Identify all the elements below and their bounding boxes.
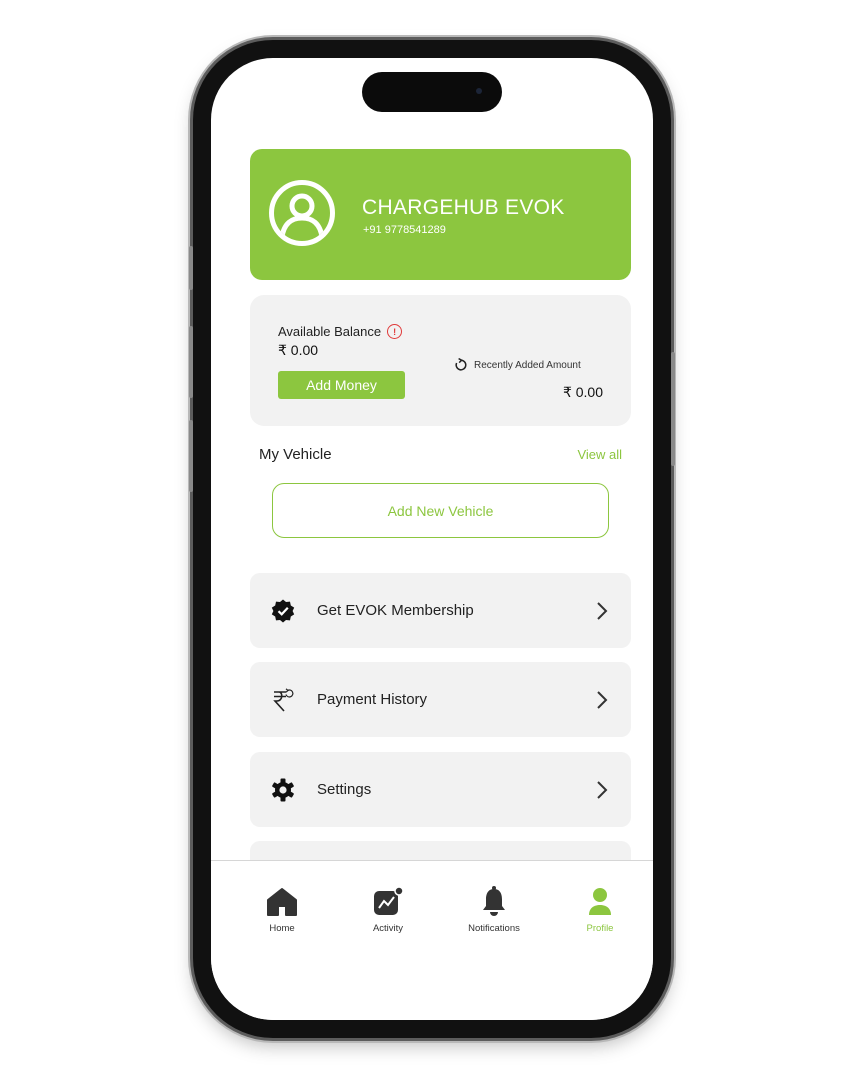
add-money-button[interactable]: Add Money [278,371,405,399]
user-icon [586,883,614,917]
profile-card[interactable]: CHARGEHUB EVOK +91 9778541289 [250,149,631,280]
nav-label-activity: Activity [372,923,404,934]
nav-notifications[interactable]: Notifications [459,883,529,943]
nav-home[interactable]: Home [247,883,317,943]
nav-label-profile: Profile [586,923,614,934]
menu-item-label: Payment History [317,691,428,708]
profile-name: CHARGEHUB EVOK [362,196,565,219]
avatar[interactable] [269,180,335,246]
menu-item-settings[interactable]: Settings [250,752,631,827]
rupee-refresh-icon [270,687,296,713]
menu-item-membership[interactable]: Get EVOK Membership [250,573,631,648]
available-balance-label: Available Balance ! [278,324,403,339]
bottom-navigation: Home Activity Notifications Profile [211,860,653,1020]
user-avatar-icon [279,193,325,238]
view-all-link[interactable]: View all [577,447,622,462]
available-balance-text: Available Balance [278,324,382,339]
refresh-icon [455,358,467,371]
activity-chart-icon [372,883,404,917]
home-icon [266,883,298,917]
recently-added-label: Recently Added Amount [454,358,581,372]
chevron-right-icon [597,691,608,709]
recent-amount: ₹ 0.00 [562,384,603,400]
front-camera [476,88,482,94]
phone-volume-down-button [189,420,193,492]
menu-item-label: Settings [317,781,372,798]
phone-screen: CHARGEHUB EVOK +91 9778541289 Available … [211,58,653,1020]
add-new-vehicle-button[interactable]: Add New Vehicle [272,483,609,538]
chevron-right-icon [597,781,608,799]
nav-label-notifications: Notifications [468,923,520,934]
nav-label-home: Home [269,923,295,934]
nav-activity[interactable]: Activity [353,883,423,943]
info-alert-icon[interactable]: ! [387,324,403,339]
phone-volume-up-button [189,326,193,398]
menu-item-label: Get EVOK Membership [317,602,474,619]
bell-icon [480,883,508,917]
balance-amount: ₹ 0.00 [278,342,319,358]
recently-added-text: Recently Added Amount [474,359,581,371]
gear-icon [270,777,296,803]
chevron-right-icon [597,602,608,620]
my-vehicle-title: My Vehicle [259,446,332,463]
wallet-card: Available Balance ! ₹ 0.00 Add Money Rec… [250,295,631,426]
phone-power-button [671,352,675,466]
profile-phone: +91 9778541289 [363,224,446,236]
dynamic-island [362,72,502,112]
menu-item-payment-history[interactable]: Payment History [250,662,631,737]
phone-action-button [189,246,193,290]
verified-badge-icon [270,598,296,624]
nav-profile[interactable]: Profile [565,883,635,943]
